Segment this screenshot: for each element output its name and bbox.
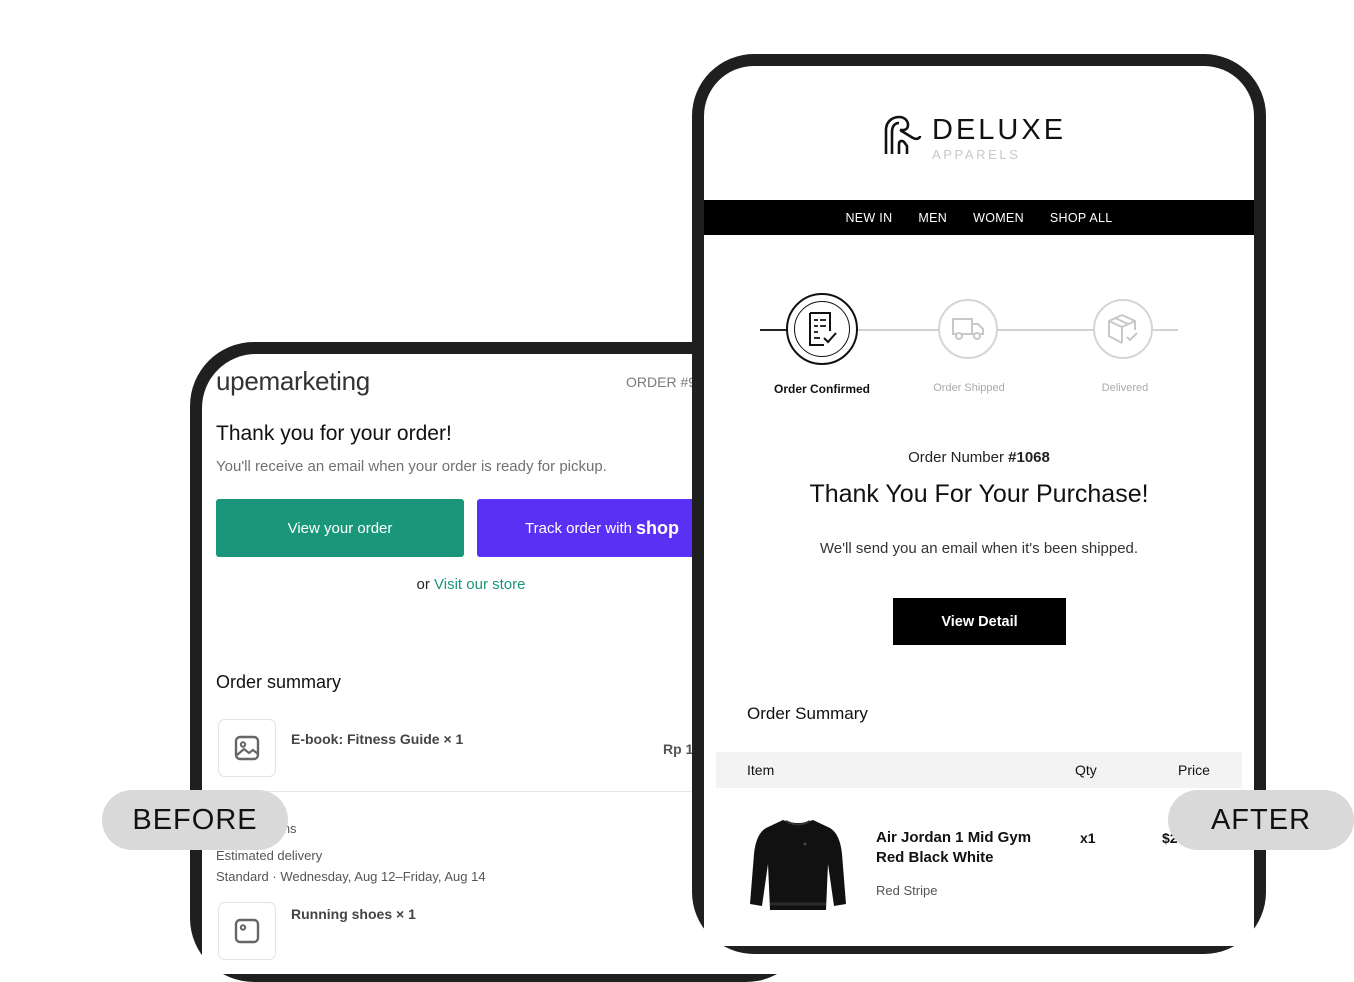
purchase-heading: Thank You For Your Purchase! (809, 480, 1149, 508)
product-qty: x1 (1080, 830, 1096, 846)
or-text: or (416, 576, 430, 593)
tracker-line (1153, 329, 1178, 331)
horse-logo-icon (884, 115, 922, 154)
nav-shop-all[interactable]: SHOP ALL (1050, 211, 1113, 225)
shipping-subtext: We'll send you an email when it's been s… (819, 540, 1139, 557)
view-detail-button[interactable]: View Detail (893, 598, 1066, 645)
order-summary-title: Order summary (216, 672, 342, 692)
store-name: upemarketing (216, 366, 370, 396)
tracker-line (998, 329, 1095, 331)
step-order-confirmed (786, 293, 858, 365)
estimated-delivery-label: Estimated delivery (216, 848, 323, 863)
product-thumbnail (218, 719, 276, 777)
shop-logo: shop (635, 517, 679, 538)
view-order-button[interactable]: View your order (216, 499, 464, 557)
product-name: Air Jordan 1 Mid Gym Red Black White (876, 829, 1032, 866)
column-header-item: Item (747, 762, 775, 778)
item-name-ebook: E-book: Fitness Guide × 1 (291, 731, 464, 747)
product-thumbnail (218, 902, 276, 960)
view-detail-label: View Detail (941, 613, 1018, 630)
pickup-subtext: You'll receive an email when your order … (216, 458, 607, 475)
brand-name: DELUXE (932, 114, 1067, 146)
nav-new-in[interactable]: NEW IN (845, 211, 892, 225)
step-label-order-confirmed: Order Confirmed (773, 382, 871, 396)
delivery-detail: Standard · Wednesday, Aug 12–Friday, Aug… (216, 869, 486, 884)
order-number-label: Order Number (908, 449, 1004, 466)
column-header-qty: Qty (1075, 762, 1097, 778)
step-delivered (1093, 299, 1153, 359)
step-label-delivered: Delivered (1101, 382, 1149, 394)
product-image-sweatshirt (750, 820, 846, 910)
package-check-icon (1108, 314, 1138, 344)
view-order-label: View your order (287, 519, 393, 537)
column-header-price: Price (1178, 762, 1210, 778)
track-order-label: Track order with (525, 519, 632, 537)
summary-table-header: Item Qty Price (716, 752, 1242, 788)
brand-subtitle: APPARELS (932, 147, 1021, 162)
order-summary-title: Order Summary (747, 704, 868, 723)
visit-store-link[interactable]: Visit our store (434, 576, 525, 593)
before-label: BEFORE (102, 790, 288, 850)
nav-men[interactable]: MEN (918, 211, 947, 225)
item-price-ebook: Rp 1 (663, 741, 694, 757)
step-label-order-shipped: Order Shipped (933, 382, 1005, 394)
after-label: AFTER (1168, 790, 1354, 850)
tracker-line (858, 329, 940, 331)
nav-women[interactable]: WOMEN (973, 211, 1024, 225)
thank-you-heading: Thank you for your order! (216, 422, 452, 445)
or-visit-store: or Visit our store (202, 576, 740, 593)
product-variant: Red Stripe (876, 883, 938, 898)
checklist-icon (809, 312, 837, 346)
image-placeholder-icon (234, 735, 260, 761)
image-placeholder-icon (234, 918, 260, 944)
order-number: ORDER #9 (626, 374, 697, 390)
order-number-value: #1068 (1008, 449, 1050, 466)
deluxe-logo[interactable]: DELUXE APPARELS (880, 114, 1080, 164)
step-order-shipped (938, 299, 998, 359)
order-number-line: Order Number #1068 (704, 449, 1254, 466)
truck-icon (952, 318, 984, 340)
top-nav: NEW IN MEN WOMEN SHOP ALL (704, 200, 1254, 235)
